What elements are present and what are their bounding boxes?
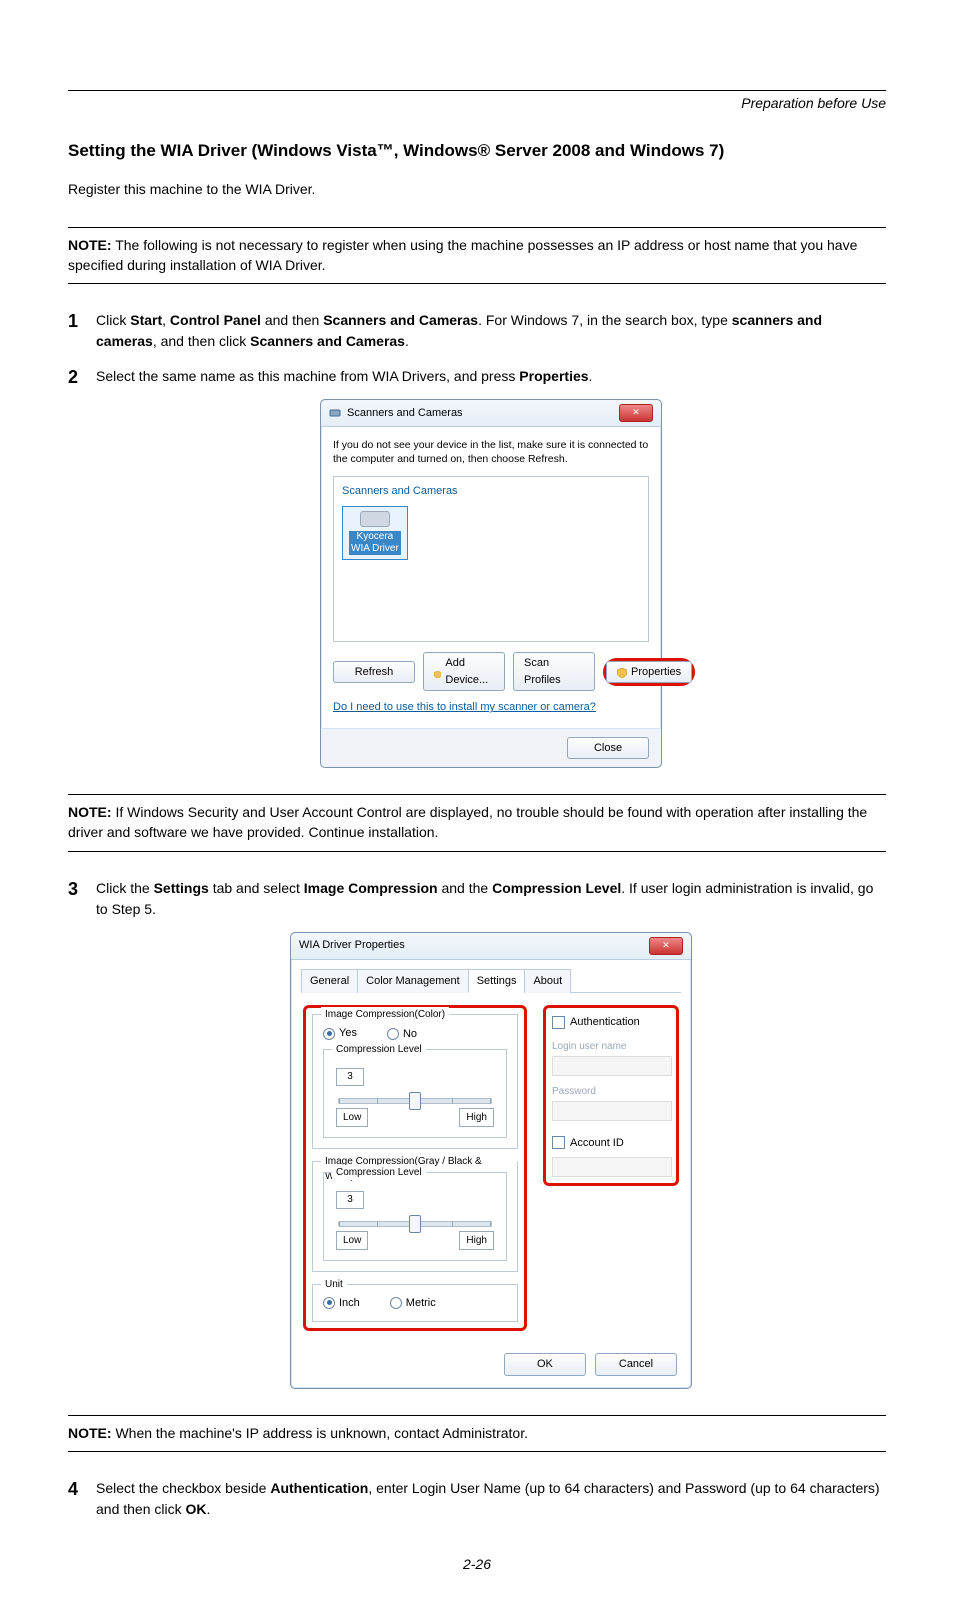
radio-inch[interactable]: Inch (323, 1295, 360, 1312)
tab-settings[interactable]: Settings (468, 969, 526, 994)
note-box-1: NOTE: The following is not necessary to … (68, 227, 886, 284)
note-box-3: NOTE: When the machine's IP address is u… (68, 1415, 886, 1453)
slider-thumb[interactable] (409, 1092, 421, 1110)
label-low: Low (336, 1231, 368, 1250)
close-button[interactable]: ✕ (619, 404, 653, 422)
level-value-color: 3 (336, 1068, 364, 1086)
dialog-titlebar: Scanners and Cameras ✕ (321, 400, 661, 427)
note-text: When the machine's IP address is unknown… (112, 1425, 528, 1441)
radio-icon (323, 1028, 335, 1040)
note-text: If Windows Security and User Account Con… (68, 804, 867, 840)
group-image-compression-color: Image Compression(Color) Yes No Compress… (312, 1014, 518, 1149)
compression-slider-color[interactable] (338, 1098, 492, 1104)
group-compression-level-gray: Compression Level 3 Low High (323, 1172, 507, 1261)
radio-metric[interactable]: Metric (390, 1295, 436, 1312)
dialog-wia-properties: WIA Driver Properties ✕ General Color Ma… (290, 932, 692, 1389)
slider-thumb[interactable] (409, 1215, 421, 1233)
page-number: 2-26 (68, 1556, 886, 1572)
radio-no[interactable]: No (387, 1025, 417, 1043)
step-2: Select the same name as this machine fro… (68, 366, 886, 768)
tab-color-management[interactable]: Color Management (357, 969, 469, 994)
dialog-scanners-cameras: Scanners and Cameras ✕ If you do not see… (320, 399, 662, 768)
shield-icon (434, 667, 441, 677)
close-dialog-button[interactable]: Close (567, 737, 649, 760)
app-icon (329, 407, 341, 419)
section-heading: Setting the WIA Driver (Windows Vista™, … (68, 141, 886, 161)
cancel-button[interactable]: Cancel (595, 1353, 677, 1376)
close-button[interactable]: ✕ (649, 937, 683, 955)
label-password: Password (552, 1084, 670, 1099)
note-text: The following is not necessary to regist… (68, 237, 857, 273)
tab-general[interactable]: General (301, 969, 358, 994)
label-low: Low (336, 1108, 368, 1127)
label-login-user-name: Login user name (552, 1039, 670, 1054)
ok-button[interactable]: OK (504, 1353, 586, 1376)
note-box-2: NOTE: If Windows Security and User Accou… (68, 794, 886, 851)
device-item[interactable]: Kyocera WIA Driver (342, 506, 408, 560)
highlight-box-left: Image Compression(Color) Yes No Compress… (303, 1005, 527, 1331)
refresh-button[interactable]: Refresh (333, 661, 415, 684)
group-compression-level-color: Compression Level 3 Low High (323, 1049, 507, 1138)
checkbox-icon (552, 1136, 565, 1149)
tab-strip: General Color Management Settings About (301, 968, 681, 994)
shield-icon (617, 667, 627, 677)
highlight-box-right: Authentication Login user name Password … (543, 1005, 679, 1186)
auth-checkbox[interactable]: Authentication (552, 1014, 670, 1031)
radio-icon (387, 1028, 399, 1040)
properties-button[interactable]: Properties (606, 661, 692, 684)
running-head: Preparation before Use (68, 95, 886, 111)
account-id-checkbox[interactable]: Account ID (552, 1135, 670, 1152)
compression-slider-gray[interactable] (338, 1221, 492, 1227)
input-password[interactable] (552, 1101, 672, 1121)
level-value-gray: 3 (336, 1191, 364, 1209)
label-high: High (459, 1231, 494, 1250)
radio-icon (390, 1297, 402, 1309)
checkbox-icon (552, 1016, 565, 1029)
dialog-hint-text: If you do not see your device in the lis… (333, 439, 649, 466)
add-device-button[interactable]: Add Device... (423, 652, 505, 691)
note-label: NOTE: (68, 804, 112, 820)
step-1: Click Start, Control Panel and then Scan… (68, 310, 886, 352)
scanner-icon (360, 511, 390, 527)
tab-about[interactable]: About (524, 969, 571, 994)
group-unit: Unit Inch Metric (312, 1284, 518, 1323)
note-label: NOTE: (68, 1425, 112, 1441)
group-legend: Scanners and Cameras (342, 483, 640, 500)
input-account-id[interactable] (552, 1157, 672, 1177)
radio-yes[interactable]: Yes (323, 1025, 357, 1043)
radio-icon (323, 1297, 335, 1309)
scan-profiles-button[interactable]: Scan Profiles (513, 652, 595, 691)
step-3: Click the Settings tab and select Image … (68, 878, 886, 1389)
dialog-title: WIA Driver Properties (299, 937, 405, 954)
step-4: Select the checkbox beside Authenticatio… (68, 1478, 886, 1520)
intro-paragraph: Register this machine to the WIA Driver. (68, 181, 886, 197)
group-image-compression-gray: Image Compression(Gray / Black & White) … (312, 1161, 518, 1272)
dialog-titlebar: WIA Driver Properties ✕ (291, 933, 691, 960)
label-high: High (459, 1108, 494, 1127)
help-link[interactable]: Do I need to use this to install my scan… (333, 699, 596, 716)
dialog-title: Scanners and Cameras (347, 405, 463, 422)
input-login-user-name[interactable] (552, 1056, 672, 1076)
highlight-circle: Properties (603, 658, 695, 687)
note-label: NOTE: (68, 237, 112, 253)
